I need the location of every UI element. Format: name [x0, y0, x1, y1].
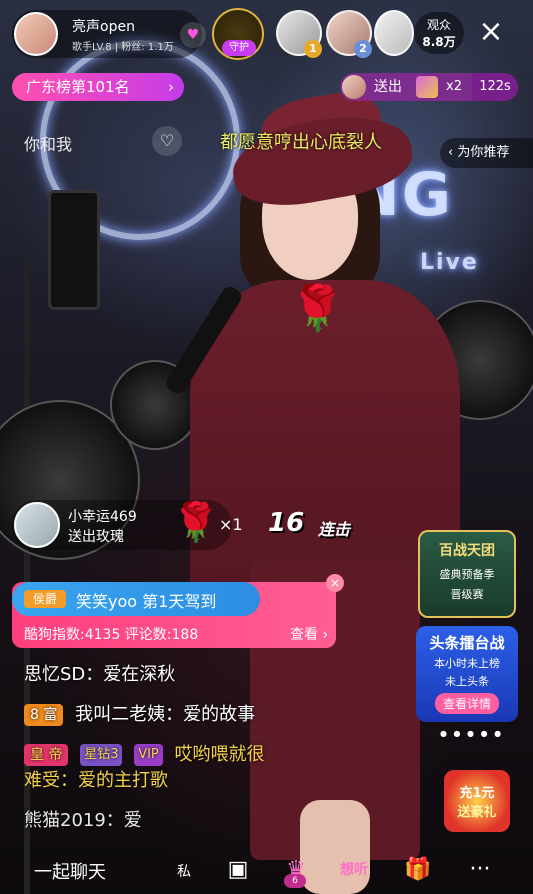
- private-message-label: 私: [177, 864, 191, 880]
- chat-text: 思忆SD：爱在深秋: [24, 664, 176, 685]
- promo-title: 头条擂台战: [429, 634, 505, 652]
- rich-level-tag: 8 富: [24, 704, 64, 726]
- chat-text: 难受：爱的主打歌: [24, 770, 168, 791]
- neon-sign-text-small: Live: [420, 250, 479, 275]
- recommend-button[interactable]: ‹ 为你推荐: [440, 138, 533, 168]
- phone-on-stand: [48, 190, 100, 310]
- close-icon[interactable]: ×: [326, 574, 344, 592]
- chat-text: 熊猫2019：爱: [24, 810, 142, 831]
- star-diamond-tag: 星钻3: [80, 744, 123, 766]
- chat-message[interactable]: 熊猫2019：爱: [24, 806, 142, 832]
- member-arrival-header: 侯爵 笑笑yoo 第1天驾到: [12, 582, 260, 616]
- gift-notice-timer: 122s: [472, 73, 518, 101]
- promo-title: 百战天团: [439, 543, 495, 559]
- rose-gift-icon: 🌹: [290, 283, 345, 334]
- rose-icon: 🌹: [172, 500, 220, 544]
- host-name: 亮声open: [72, 19, 135, 35]
- host-avatar[interactable]: [14, 12, 58, 56]
- carousel-dots: ● ● ● ● ●: [440, 729, 504, 738]
- chat-input-entry[interactable]: 一起聊天: [34, 858, 106, 884]
- recharge-promo[interactable]: 充1元 送豪礼: [444, 770, 510, 832]
- promo-subtitle: 盛典预备季: [439, 568, 495, 581]
- gift-notice-count: x2: [446, 79, 462, 94]
- member-view-more[interactable]: 查看 ›: [290, 624, 328, 644]
- promo-line: 本小时未上榜: [434, 657, 500, 670]
- more-icon[interactable]: ···: [462, 852, 498, 888]
- chat-text: 我叫二老姨：爱的故事: [75, 704, 256, 725]
- gift-sender-name: 小幸运469: [68, 509, 137, 525]
- viewer-avatar[interactable]: [374, 10, 414, 56]
- gift-action: 送出玫瑰: [68, 529, 124, 545]
- mic-stand: [24, 260, 30, 894]
- viewer-rank-badge: 1: [304, 40, 322, 58]
- gift-multiplier: ×1: [219, 515, 243, 534]
- member-arrival-text: 笑笑yoo 第1天驾到: [76, 592, 217, 611]
- gift-icon[interactable]: 🎁: [400, 852, 436, 888]
- gift-count-badge: 6: [284, 874, 306, 888]
- chevron-right-icon: ›: [168, 78, 174, 96]
- member-arrival-banner[interactable]: 侯爵 笑笑yoo 第1天驾到 酷狗指数:4135 评论数:188 查看 ›: [12, 582, 336, 648]
- gift-sender-avatar[interactable]: [14, 502, 60, 548]
- bottom-toolbar: 一起聊天 私 ▣ ♛ 6 想听 🎁 ···: [0, 846, 533, 894]
- want-to-listen-icon[interactable]: 想听: [336, 852, 372, 888]
- emperor-tag: 皇 帝: [24, 744, 69, 766]
- private-message-icon[interactable]: 私: [166, 852, 202, 888]
- promo-card-headline[interactable]: 头条擂台战 本小时未上榜 未上头条 查看详情: [416, 626, 518, 722]
- chat-text: 哎哟喂就很: [174, 744, 265, 765]
- gift-icon: [416, 76, 438, 98]
- vip-tag: VIP: [134, 744, 163, 766]
- recharge-promo-line: 送豪礼: [457, 805, 497, 820]
- video-camera-icon[interactable]: ▣: [220, 852, 256, 888]
- chat-message[interactable]: 思忆SD：爱在深秋: [24, 660, 175, 686]
- lyric-line: 都愿意哼出心底裂人: [220, 132, 382, 153]
- viewer-count[interactable]: 观众 8.8万: [414, 12, 464, 54]
- gift-combo-notice: 小幸运469 送出玫瑰 🌹: [12, 500, 232, 550]
- gift-notice-action: 送出: [374, 79, 402, 95]
- combo-label: 连击: [318, 520, 351, 539]
- view-details-button[interactable]: 查看详情: [434, 693, 499, 714]
- promo-card-battle[interactable]: 百战天团 盛典预备季 晋级赛: [418, 530, 516, 618]
- member-rank-tag: 侯爵: [24, 590, 66, 608]
- promo-stage: 晋级赛: [450, 588, 484, 601]
- viewer-rank-badge: 2: [354, 40, 372, 58]
- close-icon[interactable]: ×: [476, 17, 506, 48]
- member-stats: 酷狗指数:4135 评论数:188: [24, 627, 199, 643]
- chat-message[interactable]: 难受：爱的主打歌: [24, 766, 168, 792]
- viewer-count-label: 观众: [426, 18, 451, 32]
- chat-message[interactable]: 皇 帝 星钻3 VIP 哎哟喂就很: [24, 740, 265, 766]
- heart-outline-icon[interactable]: ♡: [152, 126, 182, 156]
- host-meta: 歌手LV.8 | 粉丝: 1.1万: [72, 42, 174, 53]
- song-name[interactable]: 你和我: [24, 131, 72, 155]
- want-to-listen-label: 想听: [340, 862, 368, 878]
- chat-message[interactable]: 8 富 我叫二老姨：爱的故事: [24, 700, 255, 726]
- viewer-count-value: 8.8万: [422, 35, 456, 49]
- gift-sender-avatar: [342, 75, 366, 99]
- region-rank-pill[interactable]: 广东榜第101名 ›: [12, 73, 184, 101]
- region-rank-label: 广东榜第101名: [26, 78, 130, 96]
- recharge-promo-line: 充1元: [459, 786, 495, 801]
- heart-icon[interactable]: ♥: [180, 22, 206, 48]
- promo-line: 未上头条: [445, 675, 489, 688]
- host-info[interactable]: 亮声open 歌手LV.8 | 粉丝: 1.1万 ♥: [12, 10, 206, 58]
- combo-count: 16: [268, 508, 305, 538]
- guard-label: 守护: [222, 40, 256, 56]
